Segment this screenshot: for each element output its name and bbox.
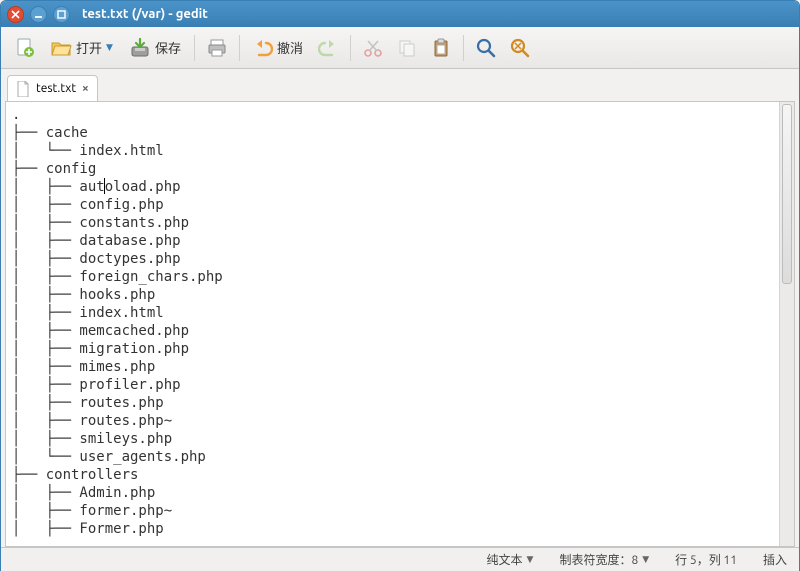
tab-width-label: 制表符宽度：8	[559, 551, 638, 568]
cursor-position: 行 5，列 11	[675, 551, 737, 568]
find-button[interactable]	[470, 32, 502, 64]
vertical-scrollbar[interactable]	[779, 102, 794, 546]
paste-button[interactable]	[425, 32, 457, 64]
text-editor[interactable]: . ├── cache │ └── index.html ├── config …	[6, 102, 779, 546]
scrollbar-thumb[interactable]	[782, 104, 792, 284]
save-label: 保存	[155, 38, 181, 57]
window-maximize-button[interactable]	[53, 6, 70, 23]
open-label: 打开	[76, 38, 102, 57]
document-tab[interactable]: test.txt ×	[7, 75, 98, 101]
new-file-button[interactable]	[9, 32, 41, 64]
save-button[interactable]: 保存	[122, 32, 188, 64]
undo-label: 撤消	[277, 38, 303, 57]
insert-mode[interactable]: 插入	[763, 551, 787, 568]
chevron-down-icon: ▼	[642, 554, 649, 565]
copy-button[interactable]	[391, 32, 423, 64]
status-bar: 纯文本 ▼ 制表符宽度：8 ▼ 行 5，列 11 插入	[1, 547, 799, 571]
syntax-mode-label: 纯文本	[487, 551, 523, 568]
file-icon	[16, 81, 30, 97]
window-close-button[interactable]	[7, 6, 24, 23]
window-title: test.txt (/var) - gedit	[82, 7, 208, 21]
open-dropdown-arrow[interactable]: ▼	[106, 42, 113, 53]
editor-area: . ├── cache │ └── index.html ├── config …	[5, 101, 795, 547]
print-button[interactable]	[201, 32, 233, 64]
find-replace-button[interactable]	[504, 32, 536, 64]
chevron-down-icon: ▼	[527, 554, 534, 565]
tab-close-button[interactable]: ×	[82, 82, 89, 95]
toolbar-separator	[350, 35, 351, 61]
main-toolbar: 打开 ▼ 保存 撤消	[1, 27, 799, 69]
title-bar: test.txt (/var) - gedit	[1, 1, 799, 27]
tab-bar: test.txt ×	[1, 71, 799, 101]
undo-button[interactable]: 撤消	[246, 32, 310, 64]
text-caret	[104, 178, 105, 194]
cut-button[interactable]	[357, 32, 389, 64]
window-minimize-button[interactable]	[30, 6, 47, 23]
tab-width-selector[interactable]: 制表符宽度：8 ▼	[559, 551, 649, 568]
open-button[interactable]: 打开 ▼	[43, 32, 120, 64]
syntax-mode-selector[interactable]: 纯文本 ▼	[487, 551, 534, 568]
toolbar-separator	[239, 35, 240, 61]
toolbar-separator	[463, 35, 464, 61]
toolbar-separator	[194, 35, 195, 61]
redo-button[interactable]	[312, 32, 344, 64]
tab-label: test.txt	[36, 82, 76, 95]
